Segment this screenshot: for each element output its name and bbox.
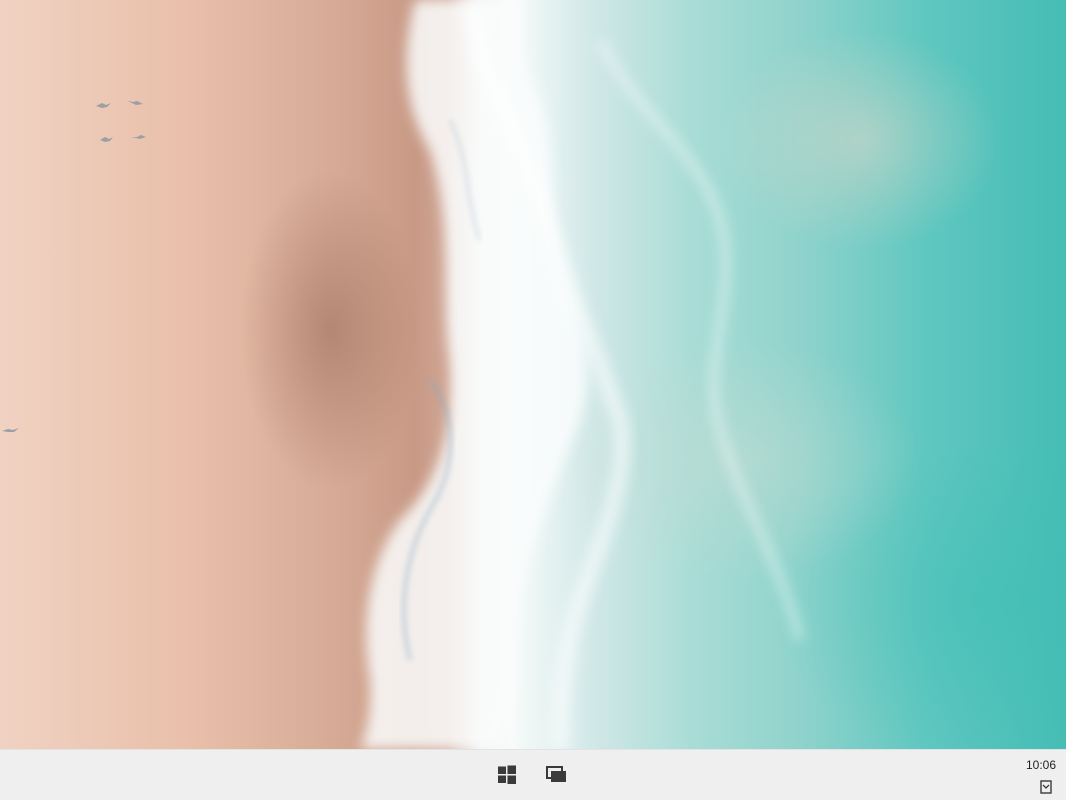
clock[interactable]: 10:06 [1026,758,1056,772]
clock-time: 10:06 [1025,758,1056,772]
start-button[interactable] [493,762,521,788]
task-view-button[interactable] [543,762,571,788]
desktop-wallpaper [0,0,1066,749]
seagull-icon [2,428,19,432]
seagull-icon [96,103,111,108]
taskbar: 10:06 [0,749,1066,800]
seagull-icon [127,101,143,105]
seagulls [2,101,146,432]
notification-icon[interactable] [1040,780,1052,794]
windows-logo-icon [498,765,516,784]
seagull-icon [100,137,113,142]
seagull-icon [131,135,146,139]
task-view-icon [546,766,566,782]
